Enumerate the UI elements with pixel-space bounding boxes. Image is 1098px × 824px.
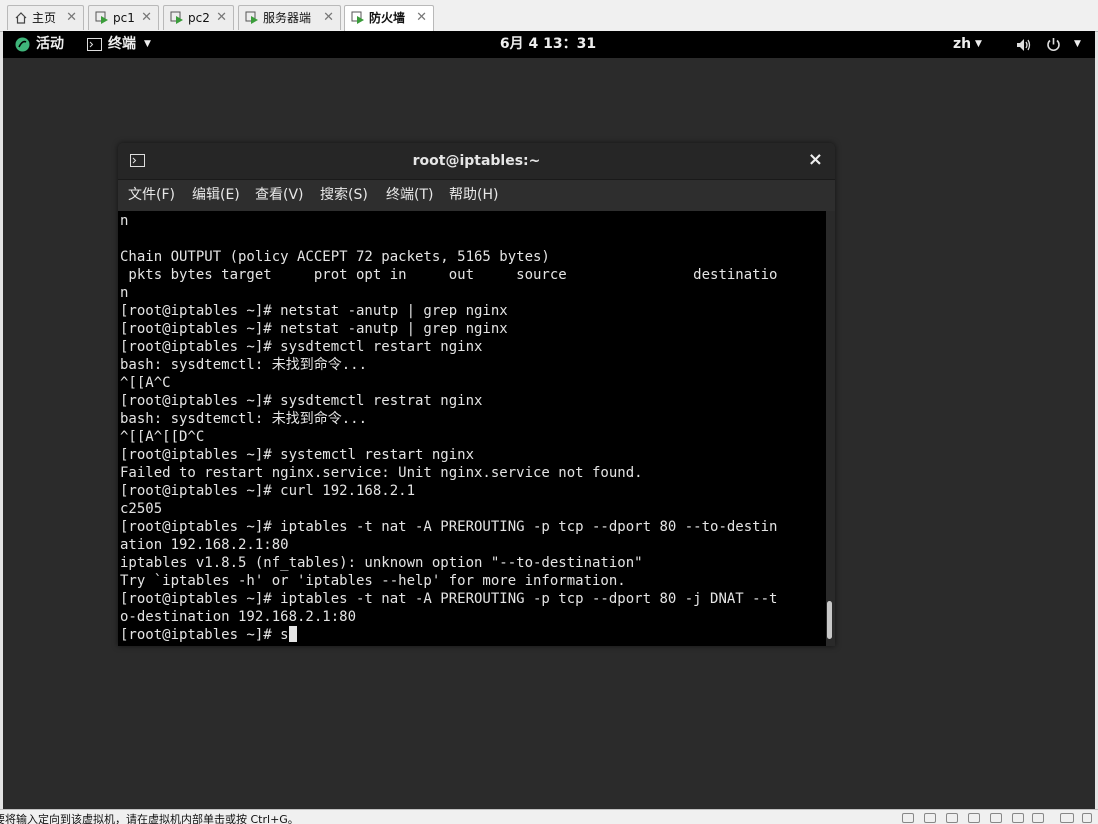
- usb-icon[interactable]: [990, 813, 1002, 823]
- prompt-text: [root@iptables ~]# s: [120, 627, 289, 643]
- gnome-top-bar: 活动 终端 ▼ 6月 4 13：31 zh ▼ ▼: [3, 31, 1095, 58]
- tab-firewall[interactable]: 防火墙 ✕: [344, 5, 434, 31]
- hard-disk-icon[interactable]: [902, 813, 914, 823]
- terminal-line: pkts bytes target prot opt in out source…: [120, 267, 778, 283]
- terminal-line: iptables v1.8.5 (nf_tables): unknown opt…: [120, 555, 643, 571]
- terminal-line: ation 192.168.2.1:80: [120, 537, 289, 553]
- tab-label: pc1: [113, 11, 135, 25]
- vm-icon: [170, 11, 183, 24]
- terminal-titlebar[interactable]: root@iptables:~ ×: [118, 143, 835, 180]
- terminal-line: o-destination 192.168.2.1:80: [120, 609, 357, 625]
- power-icon: [1047, 38, 1060, 52]
- vm-icon: [95, 11, 108, 24]
- terminal-line: c2505: [120, 501, 163, 517]
- terminal-line: Try `iptables -h' or 'iptables --help' f…: [120, 573, 626, 589]
- printer-icon[interactable]: [1032, 813, 1044, 823]
- terminal-line: ^[[A^C: [120, 375, 171, 391]
- fedora-logo-icon: [15, 37, 30, 52]
- tab-pc1[interactable]: pc1 ✕: [88, 5, 159, 30]
- menu-file[interactable]: 文件(F): [128, 180, 175, 211]
- language-label: zh: [953, 36, 972, 52]
- tab-label: pc2: [188, 11, 210, 25]
- menu-view[interactable]: 查看(V): [255, 180, 304, 211]
- cd-drive-icon[interactable]: [924, 813, 936, 823]
- language-indicator[interactable]: zh ▼: [953, 31, 993, 58]
- tab-close-button[interactable]: ✕: [216, 6, 227, 30]
- chevron-down-icon: ▼: [144, 39, 151, 49]
- terminal-line: [root@iptables ~]# curl 192.168.2.1: [120, 483, 416, 499]
- terminal-line: [root@iptables ~]# sysdtemctl restart ng…: [120, 339, 483, 355]
- tab-close-button[interactable]: ✕: [66, 6, 77, 30]
- menu-help[interactable]: 帮助(H): [449, 180, 498, 211]
- terminal-line: Failed to restart nginx.service: Unit ng…: [120, 465, 643, 481]
- tab-server[interactable]: 服务器端 ✕: [238, 5, 341, 30]
- network-adapter-icon[interactable]: [968, 813, 980, 823]
- terminal-menubar: 文件(F) 编辑(E) 查看(V) 搜索(S) 终端(T) 帮助(H): [118, 180, 835, 212]
- app-menu-button[interactable]: 终端 ▼: [87, 31, 157, 58]
- clock[interactable]: 6月 4 13：31: [473, 31, 623, 58]
- terminal-scrollbar[interactable]: [826, 211, 835, 646]
- scrollbar-thumb[interactable]: [827, 601, 832, 639]
- chevron-down-icon: ▼: [975, 39, 982, 49]
- terminal-line: [root@iptables ~]# iptables -t nat -A PR…: [120, 519, 778, 535]
- terminal-line: ^[[A^[[D^C: [120, 429, 205, 445]
- terminal-app-icon: [87, 38, 102, 51]
- chevron-down-icon: ▼: [1074, 39, 1081, 49]
- tab-label: 主页: [32, 11, 57, 25]
- tab-close-button[interactable]: ✕: [323, 6, 334, 30]
- vm-tab-strip: 主页 ✕ pc1 ✕ pc2 ✕ 服务器端 ✕ 防火墙 ✕: [0, 0, 1098, 32]
- activities-label: 活动: [36, 36, 64, 52]
- volume-icon: [1017, 39, 1031, 51]
- menu-search[interactable]: 搜索(S): [320, 180, 368, 211]
- sound-card-icon[interactable]: [1012, 813, 1024, 823]
- terminal-window[interactable]: root@iptables:~ × 文件(F) 编辑(E) 查看(V) 搜索(S…: [118, 143, 835, 646]
- terminal-line: bash: sysdtemctl: 未找到命令...: [120, 411, 368, 427]
- tab-close-button[interactable]: ✕: [141, 6, 152, 30]
- tab-close-button[interactable]: ✕: [416, 6, 427, 30]
- fullscreen-icon[interactable]: [1082, 813, 1092, 823]
- status-hint: 要将输入定向到该虚拟机，请在虚拟机内部单击或按 Ctrl+G。: [0, 813, 299, 824]
- close-icon[interactable]: ×: [808, 149, 823, 170]
- terminal-line: [root@iptables ~]# iptables -t nat -A PR…: [120, 591, 778, 607]
- window-title: root@iptables:~: [412, 153, 541, 169]
- terminal-line: [root@iptables ~]# netstat -anutp | grep…: [120, 303, 508, 319]
- text-cursor: [288, 626, 297, 642]
- network-adapter-icon[interactable]: [946, 813, 958, 823]
- menu-terminal[interactable]: 终端(T): [386, 180, 433, 211]
- terminal-line: [root@iptables ~]# sysdtemctl restrat ng…: [120, 393, 483, 409]
- vm-status-bar: 要将输入定向到该虚拟机，请在虚拟机内部单击或按 Ctrl+G。: [0, 809, 1098, 824]
- home-icon: [15, 12, 27, 24]
- vm-icon: [245, 11, 258, 24]
- terminal-prompt[interactable]: [root@iptables ~]# s: [120, 626, 297, 644]
- terminal-line: n: [120, 285, 129, 301]
- terminal-line: Chain OUTPUT (policy ACCEPT 72 packets, …: [120, 249, 550, 265]
- terminal-line: bash: sysdtemctl: 未找到命令...: [120, 357, 368, 373]
- vm-icon: [351, 11, 364, 24]
- terminal-line: [root@iptables ~]# netstat -anutp | grep…: [120, 321, 508, 337]
- terminal-line: n: [120, 213, 129, 229]
- display-icon[interactable]: [1060, 813, 1074, 823]
- terminal-line: [root@iptables ~]# systemctl restart ngi…: [120, 447, 475, 463]
- tab-label: 服务器端: [263, 11, 312, 25]
- tab-home[interactable]: 主页 ✕: [7, 5, 84, 30]
- tab-label: 防火墙: [369, 11, 406, 25]
- terminal-output[interactable]: n Chain OUTPUT (policy ACCEPT 72 packets…: [118, 211, 826, 646]
- menu-edit[interactable]: 编辑(E): [192, 180, 240, 211]
- tab-pc2[interactable]: pc2 ✕: [163, 5, 234, 30]
- app-name-label: 终端: [108, 36, 136, 52]
- system-menu[interactable]: ▼: [1016, 31, 1086, 58]
